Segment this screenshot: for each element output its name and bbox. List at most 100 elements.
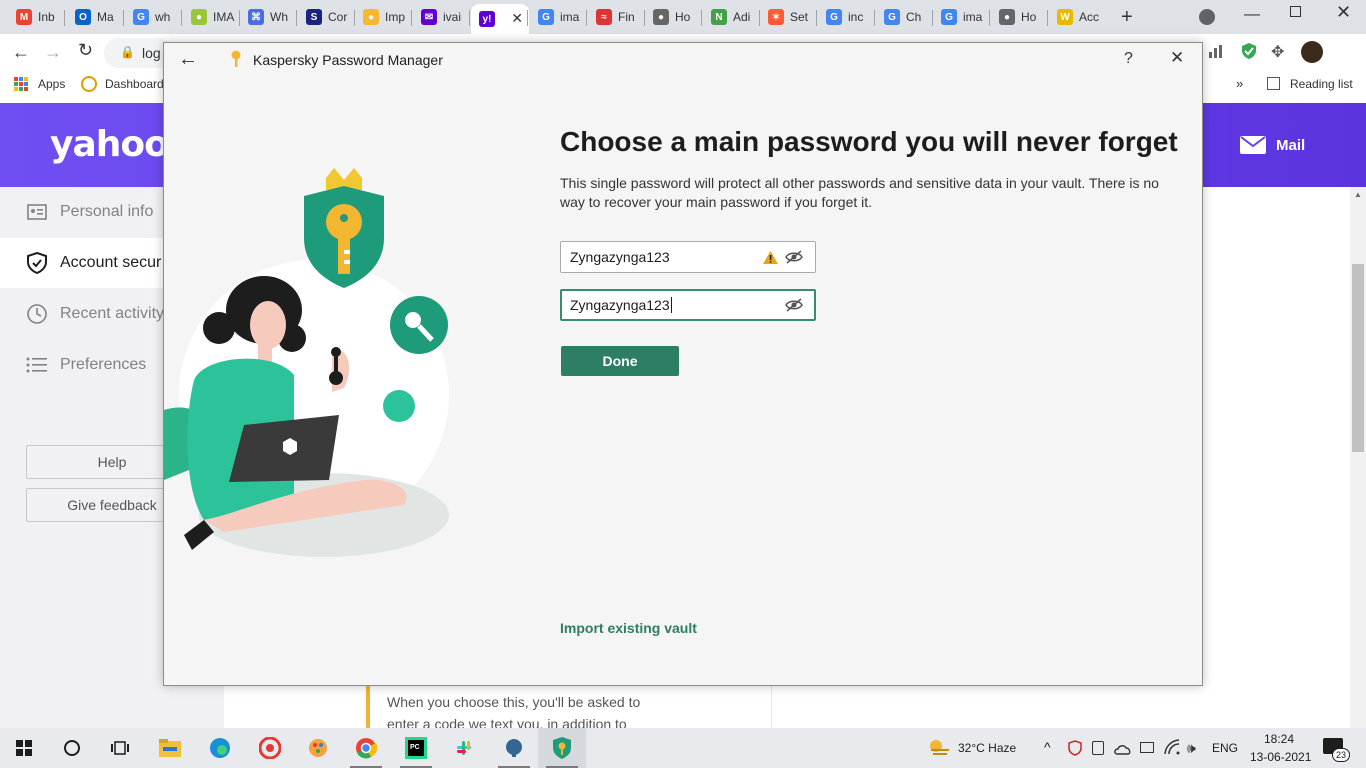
show-hidden-icons[interactable]: ^ (1044, 739, 1051, 755)
notification-count-badge: 23 (1332, 748, 1350, 762)
google-icon: G (133, 9, 149, 25)
tab-label: wh (155, 10, 171, 24)
edge-browser-icon[interactable] (196, 728, 244, 768)
import-vault-link[interactable]: Import existing vault (560, 620, 697, 636)
extensions-puzzle-icon[interactable]: ✥ (1271, 42, 1284, 62)
onedrive-icon[interactable] (1114, 742, 1132, 760)
hubspot-icon: ✶ (768, 9, 784, 25)
chrome-icon[interactable] (342, 728, 390, 768)
description-text: This single password will protect all ot… (560, 175, 1159, 210)
clock-time[interactable]: 18:24 (1264, 732, 1294, 746)
tab-label: inc (848, 10, 864, 24)
tab-close-icon[interactable]: ✕ (511, 10, 523, 27)
browser-tab[interactable]: ≈ Fin (588, 4, 643, 30)
browser-tab[interactable]: N Adi (703, 4, 758, 30)
back-icon[interactable]: ← (12, 42, 30, 63)
google-icon: G (941, 9, 957, 25)
done-button[interactable]: Done (561, 346, 679, 376)
language-indicator[interactable]: ENG (1212, 741, 1238, 755)
browser-tab[interactable]: ● Ho (645, 4, 700, 30)
google-icon: G (538, 9, 554, 25)
bookmark-apps[interactable]: Apps (38, 77, 65, 91)
browser-tab[interactable]: W Acc (1049, 4, 1104, 30)
smile-icon: ● (363, 9, 379, 25)
minimize-icon[interactable]: — (1244, 6, 1260, 24)
tab-label: Acc (1079, 10, 1100, 24)
tab-separator (874, 10, 875, 26)
list-icon (26, 354, 48, 376)
weather-text[interactable]: 32°C Haze (958, 741, 1016, 755)
browser-tab[interactable]: ✶ Set (760, 4, 815, 30)
pycharm-icon[interactable]: PC (392, 728, 440, 768)
mail-envelope-icon (1240, 135, 1266, 160)
windows-start-icon[interactable] (0, 728, 48, 768)
profile-avatar[interactable] (1301, 41, 1323, 63)
tab-separator (701, 10, 702, 26)
scroll-up-icon[interactable]: ▲ (1354, 190, 1362, 199)
forward-icon[interactable]: → (44, 42, 62, 63)
text-cursor (670, 297, 672, 313)
browser-tab[interactable]: y! ✕ (471, 4, 529, 34)
new-tab-icon[interactable]: + (1121, 6, 1133, 29)
browser-tab[interactable]: ● IMA (183, 4, 238, 30)
file-explorer-icon[interactable] (146, 728, 194, 768)
security-app-icon[interactable] (246, 728, 294, 768)
browser-tab[interactable]: O Ma (67, 4, 122, 30)
confirm-password-field[interactable]: Zyngazynga123 (560, 289, 816, 321)
volume-icon[interactable]: 🕪 (1187, 740, 1196, 757)
tab-label: Cor (328, 10, 348, 24)
postgres-icon[interactable] (490, 728, 538, 768)
browser-tab[interactable]: Gima (933, 4, 988, 30)
browser-tab[interactable]: ● Ho (991, 4, 1046, 30)
browser-tab[interactable]: Gwh (125, 4, 180, 30)
browser-tab[interactable]: ✉ ivai (413, 4, 468, 30)
reload-icon[interactable]: ↻ (78, 40, 93, 61)
browser-tab[interactable]: ● Imp (355, 4, 410, 30)
battery-icon[interactable] (1140, 742, 1154, 753)
tab-search-icon[interactable] (1199, 9, 1215, 25)
nav-label: Account secur (60, 254, 162, 271)
dialog-close-icon[interactable]: ✕ (1170, 48, 1184, 68)
paint-app-icon[interactable] (294, 728, 342, 768)
kaspersky-taskbar-icon[interactable] (538, 728, 586, 768)
tab-separator (1047, 10, 1048, 26)
browser-tab[interactable]: Gima (530, 4, 585, 30)
browser-tab[interactable]: Ginc (818, 4, 873, 30)
dialog-help-icon[interactable]: ? (1124, 50, 1133, 68)
tab-label: Ma (97, 10, 114, 24)
clock-date[interactable]: 13-06-2021 (1250, 750, 1311, 764)
slack-icon[interactable] (440, 728, 488, 768)
tab-separator (586, 10, 587, 26)
confirm-password-value: Zyngazynga123 (570, 297, 670, 313)
mail-link[interactable]: Mail (1276, 137, 1305, 154)
window-close-icon[interactable]: ✕ (1336, 2, 1351, 23)
browser-tab[interactable]: G Ch (876, 4, 931, 30)
tab-separator (989, 10, 990, 26)
reading-list-icon (1267, 77, 1280, 90)
card-text-line2: enter a code we text you, in addition to (387, 716, 627, 728)
address-text: log (142, 45, 161, 61)
more-bookmarks-icon[interactable]: » (1236, 76, 1243, 91)
command-icon: ⌘ (248, 9, 264, 25)
yahoo-favicon-icon: y! (479, 11, 495, 27)
restore-icon[interactable] (1290, 6, 1301, 17)
browser-tab[interactable]: ⌘ Wh (240, 4, 295, 30)
sb-icon: S (306, 9, 322, 25)
analytics-extension-icon[interactable] (1208, 44, 1224, 58)
browser-tab[interactable]: M Inb (8, 4, 63, 30)
tray-security-icon[interactable] (1068, 740, 1082, 761)
tray-device-icon[interactable] (1092, 741, 1104, 755)
shield-extension-icon[interactable] (1240, 42, 1258, 65)
task-view-icon[interactable] (96, 728, 144, 768)
dialog-back-icon[interactable]: ← (178, 48, 198, 71)
bookmark-reading-list[interactable]: Reading list (1290, 77, 1353, 91)
search-icon[interactable] (48, 728, 96, 768)
apps-grid-icon[interactable] (14, 77, 28, 91)
confirm-visibility-toggle-icon[interactable] (785, 298, 803, 317)
wifi-icon[interactable] (1164, 739, 1180, 760)
tab-separator (296, 10, 297, 26)
scrollbar-thumb[interactable] (1352, 264, 1364, 452)
bookmark-dashboard[interactable]: Dashboard (105, 77, 164, 91)
password-visibility-toggle-icon[interactable] (785, 250, 803, 269)
browser-tab[interactable]: S Cor (298, 4, 353, 30)
